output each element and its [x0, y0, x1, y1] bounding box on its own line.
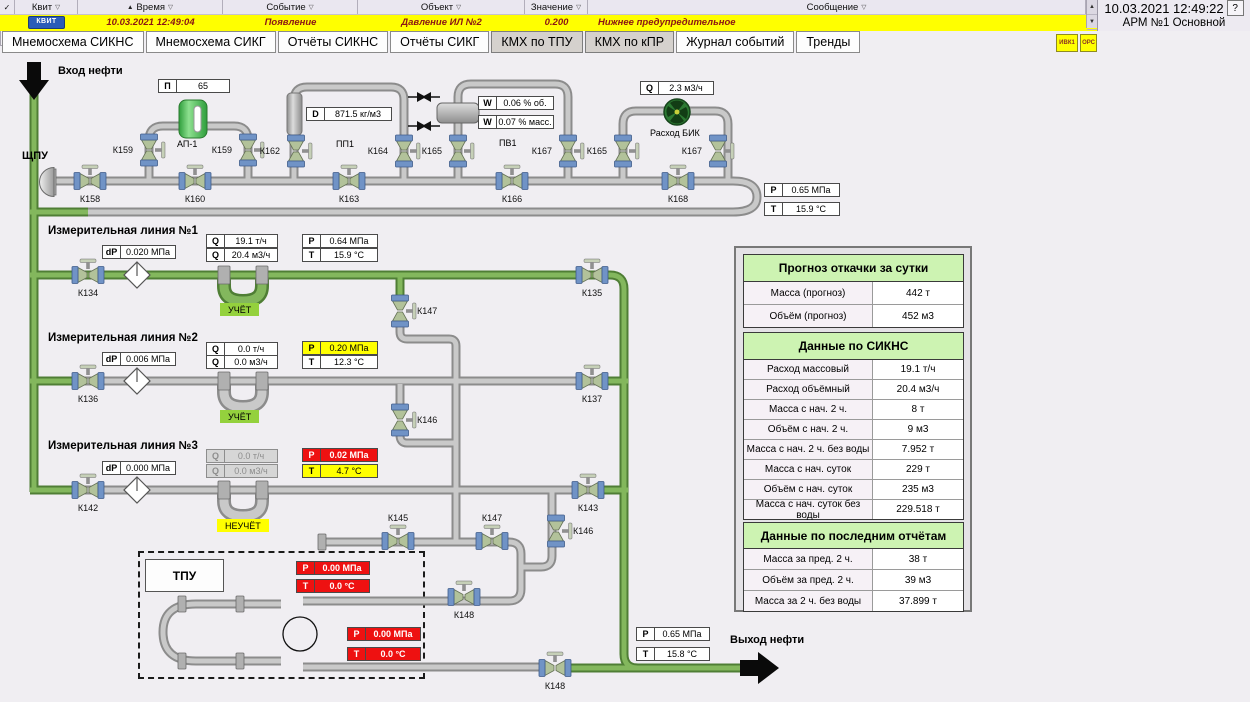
- oil-outlet-arrow-icon: [740, 652, 779, 684]
- pipe: [521, 492, 552, 567]
- table-row-value: 37.899 т: [873, 591, 963, 611]
- ap1-sight-glass: [194, 106, 201, 132]
- table-row: Масса (прогноз)442 т: [744, 282, 963, 304]
- pp1-densitometer-icon[interactable]: [287, 93, 302, 135]
- table-row-label: Объём за пред. 2 ч.: [744, 570, 873, 590]
- table-row-label: Объём (прогноз): [744, 305, 873, 327]
- mnemoscheme: [0, 0, 1250, 702]
- table-row-label: Масса с нач. суток без воды: [744, 500, 873, 519]
- pipe-flange: [256, 266, 268, 284]
- table-row-label: Расход объёмный: [744, 380, 873, 399]
- table-row-value: 38 т: [873, 549, 963, 569]
- table-row-value: 235 м3: [873, 480, 963, 499]
- table-row-label: Масса с нач. суток: [744, 460, 873, 479]
- valve-К146[interactable]: [392, 404, 417, 436]
- table-row-value: 8 т: [873, 400, 963, 419]
- pipe: [303, 542, 521, 601]
- pipe-flange: [178, 596, 186, 612]
- data-panel: Прогноз откачки за суткиМасса (прогноз)4…: [734, 246, 972, 612]
- table-row-label: Расход массовый: [744, 360, 873, 379]
- pipe: [54, 181, 757, 212]
- pipe: [303, 542, 521, 601]
- pipe-flange: [318, 534, 326, 550]
- table-row: Объём (прогноз)452 м3: [744, 304, 963, 327]
- scada-screen: ✓Квит▽▲Время▽Событие▽Объект▽Значение▽Соо…: [0, 0, 1250, 702]
- pv1-moisture-meter-icon[interactable]: [437, 103, 479, 123]
- table-row-value: 19.1 т/ч: [873, 360, 963, 379]
- table-row: Масса с нач. 2 ч.8 т: [744, 399, 963, 419]
- pipe-flange: [218, 481, 230, 499]
- table-row-value: 7.952 т: [873, 440, 963, 459]
- table-row-value: 452 м3: [873, 305, 963, 327]
- pipe-flange: [236, 653, 244, 669]
- table-row-value: 229.518 т: [873, 500, 963, 519]
- table-row: Расход массовый19.1 т/ч: [744, 360, 963, 379]
- table-row-label: Масса за пред. 2 ч.: [744, 549, 873, 569]
- table-sikns: Данные по СИКНСРасход массовый19.1 т/чРа…: [743, 332, 964, 520]
- table-row: Объём за пред. 2 ч.39 м3: [744, 569, 963, 590]
- table-row-label: Масса (прогноз): [744, 282, 873, 304]
- table-row-label: Масса с нач. 2 ч.: [744, 400, 873, 419]
- needle-valve-icon: [408, 92, 440, 102]
- oil-inlet-arrow-icon: [19, 62, 49, 100]
- table-row-value: 20.4 м3/ч: [873, 380, 963, 399]
- table-row: Объём с нач. суток235 м3: [744, 479, 963, 499]
- bik-turbine-hub: [675, 110, 680, 115]
- valve-К148[interactable]: [539, 652, 571, 677]
- equipment: [19, 62, 779, 684]
- tpu-label-box[interactable]: ТПУ: [145, 559, 224, 592]
- pipe: [521, 492, 552, 567]
- table-row-label: Объём с нач. 2 ч.: [744, 420, 873, 439]
- table-row-value: 9 м3: [873, 420, 963, 439]
- table-title: Прогноз откачки за сутки: [744, 255, 963, 282]
- pipe: [54, 181, 757, 212]
- pipe: [163, 604, 281, 661]
- table-row-value: 39 м3: [873, 570, 963, 590]
- table-forecast: Прогноз откачки за суткиМасса (прогноз)4…: [743, 254, 964, 328]
- prover-sphere-detector-icon: [283, 617, 317, 651]
- table-row-label: Масса за 2 ч. без воды: [744, 591, 873, 611]
- table-row: Объём с нач. 2 ч.9 м3: [744, 419, 963, 439]
- shpu-probe-icon[interactable]: [40, 168, 55, 197]
- pipe-flange: [218, 372, 230, 390]
- table-row-label: Масса с нач. 2 ч. без воды: [744, 440, 873, 459]
- table-row-value: 229 т: [873, 460, 963, 479]
- pipe-flange: [218, 266, 230, 284]
- pipe: [30, 275, 742, 668]
- pipe-flange: [178, 653, 186, 669]
- valve-К147[interactable]: [392, 295, 417, 327]
- table-row: Масса с нач. суток без воды229.518 т: [744, 499, 963, 519]
- table-reports: Данные по последним отчётамМасса за пред…: [743, 522, 964, 612]
- table-row-value: 442 т: [873, 282, 963, 304]
- needle-valve-icon: [408, 121, 440, 131]
- table-title: Данные по последним отчётам: [744, 523, 963, 549]
- table-row: Расход объёмный20.4 м3/ч: [744, 379, 963, 399]
- table-row-label: Объём с нач. суток: [744, 480, 873, 499]
- tpu-label: ТПУ: [173, 569, 196, 583]
- table-row: Масса с нач. 2 ч. без воды7.952 т: [744, 439, 963, 459]
- table-row: Масса с нач. суток229 т: [744, 459, 963, 479]
- pipe-flange: [256, 372, 268, 390]
- pipe-flange: [256, 481, 268, 499]
- table-row: Масса за пред. 2 ч.38 т: [744, 549, 963, 569]
- pipe: [30, 275, 742, 668]
- table-row: Масса за 2 ч. без воды37.899 т: [744, 590, 963, 611]
- table-title: Данные по СИКНС: [744, 333, 963, 360]
- pipe: [163, 604, 281, 661]
- ap1-vessel-icon[interactable]: [179, 100, 207, 138]
- pipe-flange: [236, 596, 244, 612]
